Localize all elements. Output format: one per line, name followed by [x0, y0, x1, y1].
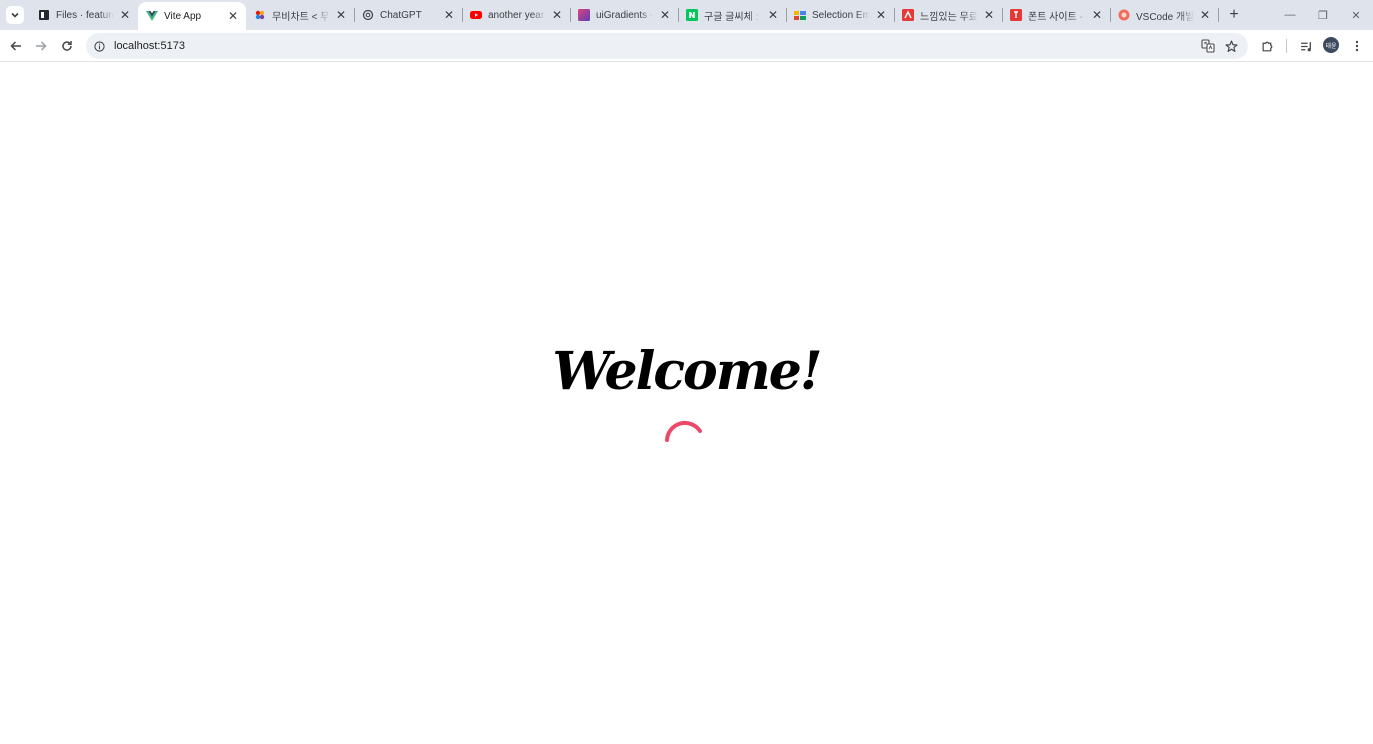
tab-separator	[1218, 8, 1219, 22]
loading-spinner-icon	[665, 420, 702, 442]
close-tab-icon[interactable]: ✕	[658, 8, 672, 22]
tab-title: another year a	[488, 9, 546, 21]
address-bar[interactable]: localhost:5173	[86, 33, 1248, 59]
chevron-down-icon	[11, 12, 19, 18]
tab-vite-app[interactable]: Vite App ✕	[138, 2, 246, 30]
tab-chatgpt[interactable]: ChatGPT ✕	[354, 0, 463, 30]
red-square-icon	[902, 9, 914, 21]
close-tab-icon[interactable]: ✕	[550, 8, 564, 22]
uigradients-icon	[578, 9, 590, 21]
close-tab-icon[interactable]: ✕	[442, 8, 456, 22]
close-tab-icon[interactable]: ✕	[874, 8, 888, 22]
vue-icon	[146, 10, 158, 22]
arrow-left-icon	[10, 41, 21, 51]
tab-title: Vite App	[164, 10, 202, 22]
tab-title: uiGradients - E	[596, 9, 654, 21]
reload-button[interactable]	[55, 34, 79, 58]
github-icon	[38, 9, 50, 21]
selection-icon	[794, 9, 806, 21]
close-tab-icon[interactable]: ✕	[1198, 8, 1212, 22]
close-tab-icon[interactable]: ✕	[766, 8, 780, 22]
menu-button[interactable]	[1345, 34, 1369, 58]
tab-selection[interactable]: Selection Emb ✕	[786, 0, 895, 30]
translate-icon[interactable]	[1198, 37, 1218, 55]
red-square-icon-2	[1010, 9, 1022, 21]
tab-free-fonts[interactable]: 느낌있는 무료 ✕	[894, 0, 1003, 30]
tab-font-site[interactable]: 폰트 사이트 - ✕	[1002, 0, 1111, 30]
tab-title: Files · feature/	[56, 9, 114, 21]
media-queue-icon	[1300, 41, 1311, 51]
close-tab-icon[interactable]: ✕	[1090, 8, 1104, 22]
close-tab-icon[interactable]: ✕	[334, 8, 348, 22]
tab-title: 무비차트 < 무	[272, 11, 330, 23]
tab-title: 폰트 사이트 -	[1028, 11, 1083, 23]
site-info-icon[interactable]	[92, 39, 106, 53]
tab-naver[interactable]: 구글 글씨체 : G ✕	[678, 0, 787, 30]
tab-github[interactable]: Files · feature/ ✕	[30, 0, 139, 30]
youtube-icon	[470, 9, 482, 21]
tab-search-button[interactable]	[6, 6, 24, 24]
tab-title: 구글 글씨체 : G	[704, 11, 762, 23]
media-controls-button[interactable]	[1294, 34, 1318, 58]
profile-avatar[interactable]: 태윤	[1323, 37, 1339, 53]
browser-toolbar: localhost:5173 태윤	[0, 30, 1373, 62]
naver-icon	[686, 9, 698, 21]
tab-title: VSCode 개발용	[1136, 11, 1194, 23]
close-tab-icon[interactable]: ✕	[226, 9, 240, 23]
close-tab-icon[interactable]: ✕	[118, 8, 132, 22]
tab-strip: Files · feature/ ✕ Vite App ✕ 무비차트 < 무 ✕…	[0, 0, 1373, 30]
reload-icon	[62, 41, 72, 51]
bookmark-star-icon[interactable]	[1221, 37, 1241, 55]
puzzle-icon	[1262, 41, 1272, 51]
close-tab-icon[interactable]: ✕	[982, 8, 996, 22]
tab-title: Selection Emb	[812, 9, 870, 21]
tab-title: 느낌있는 무료	[920, 11, 978, 23]
back-button[interactable]	[4, 34, 28, 58]
kebab-menu-icon	[1355, 40, 1359, 52]
red-circle-icon	[1118, 9, 1130, 21]
page-content: Welcome!	[0, 63, 1373, 744]
tab-vscode[interactable]: VSCode 개발용 ✕	[1110, 0, 1219, 30]
forward-button[interactable]	[29, 34, 53, 58]
arrow-right-icon	[36, 41, 47, 51]
chatgpt-icon	[362, 9, 374, 21]
url-text: localhost:5173	[114, 40, 185, 52]
tab-youtube[interactable]: another year a ✕	[462, 0, 571, 30]
extensions-button[interactable]	[1255, 34, 1279, 58]
tab-title: ChatGPT	[380, 9, 422, 21]
cgv-icon	[254, 9, 266, 21]
window-close-button[interactable]: ✕	[1340, 0, 1372, 30]
toolbar-divider	[1286, 39, 1287, 53]
new-tab-button[interactable]: +	[1224, 5, 1244, 25]
tab-cgv[interactable]: 무비차트 < 무 ✕	[246, 0, 355, 30]
tab-uigradients[interactable]: uiGradients - E ✕	[570, 0, 679, 30]
restore-button[interactable]: ❐	[1307, 0, 1339, 30]
minimize-button[interactable]: —	[1274, 0, 1306, 30]
welcome-heading: Welcome!	[552, 341, 822, 402]
